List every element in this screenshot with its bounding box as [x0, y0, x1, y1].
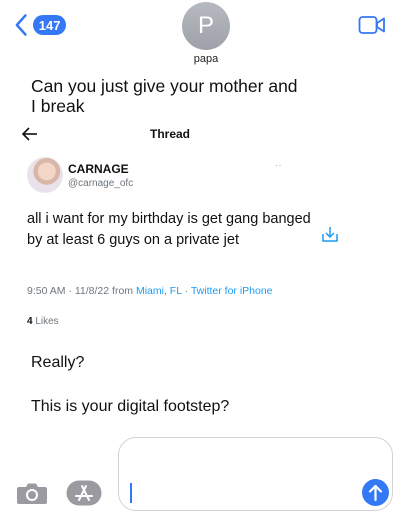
incoming-message: Can you just give your mother and I brea…: [31, 76, 298, 116]
share-icon: [322, 227, 338, 242]
tweet-source: Twitter for iPhone: [190, 285, 273, 297]
tweet-likes: 4 Likes: [27, 316, 59, 327]
tweet-author-handle: @carnage_ofc: [68, 178, 134, 189]
tweet-meta-separator: ·: [181, 285, 191, 297]
more-dots-icon: ··: [275, 160, 282, 171]
send-button[interactable]: [362, 479, 389, 506]
video-camera-icon[interactable]: [358, 14, 386, 36]
outgoing-message: This is your digital footstep?: [31, 398, 230, 415]
thread-title: Thread: [149, 127, 190, 141]
back-button[interactable]: 147: [14, 10, 66, 40]
arrow-left-icon: [21, 127, 37, 141]
tweet-author-avatar: [27, 157, 63, 193]
contact-avatar[interactable]: P: [182, 2, 230, 50]
app-store-icon[interactable]: [66, 480, 102, 506]
message-input[interactable]: [118, 437, 393, 511]
chevron-left-icon: [15, 14, 27, 36]
tweet-metadata: 9:50 AM · 11/8/22 from Miami, FL · Twitt…: [27, 285, 273, 297]
likes-label: Likes: [32, 316, 59, 327]
camera-icon[interactable]: [16, 481, 48, 505]
send-arrow-icon: [368, 484, 383, 501]
tweet-time-date: 9:50 AM · 11/8/22 from: [27, 285, 136, 297]
text-cursor: [130, 483, 132, 503]
unread-count-badge: 147: [33, 15, 66, 35]
tweet-text: all i want for my birthday is get gang b…: [27, 211, 311, 248]
tweet-author-name: CARNAGE: [68, 162, 129, 176]
outgoing-message: Really?: [31, 354, 85, 371]
contact-name[interactable]: papa: [150, 53, 262, 65]
tweet-location: Miami, FL: [135, 285, 182, 297]
